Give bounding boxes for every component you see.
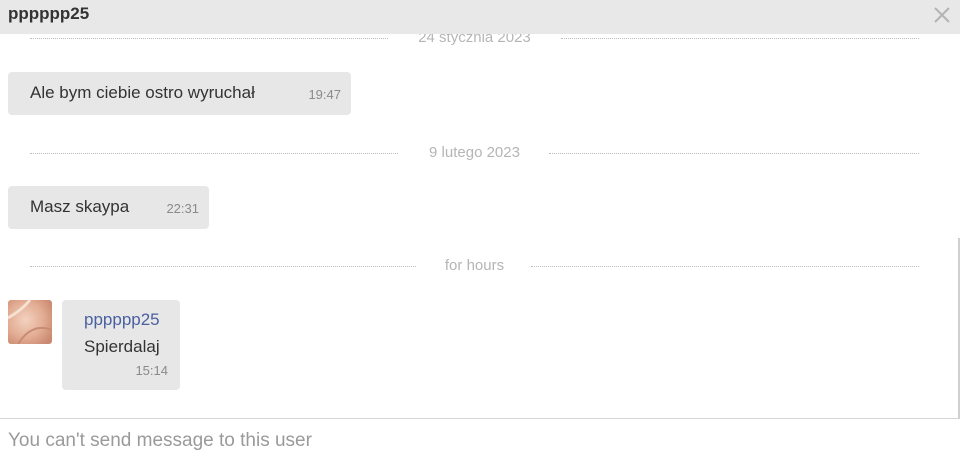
date-separator: 9 lutego 2023 — [30, 143, 919, 163]
close-icon[interactable] — [930, 3, 954, 27]
message-card: pppppp25 Spierdalaj 15:14 — [62, 300, 180, 390]
message-time: 19:47 — [308, 87, 341, 102]
message-bubble: Masz skaypa 22:31 — [8, 186, 209, 229]
message-time: 22:31 — [166, 201, 199, 216]
message-bubble: Ale bym ciebie ostro wyruchał 19:47 — [8, 72, 351, 115]
chat-title: pppppp25 — [8, 4, 90, 23]
date-separator: for hours — [30, 256, 919, 276]
sender-name[interactable]: pppppp25 — [84, 310, 160, 330]
chat-header: pppppp25 — [0, 0, 960, 34]
date-separator: 24 stycznia 2023 — [30, 34, 919, 48]
avatar[interactable] — [8, 300, 52, 344]
message-text: Ale bym ciebie ostro wyruchał — [30, 83, 255, 102]
message-text: Masz skaypa — [30, 197, 130, 216]
message-text: Spierdalaj — [84, 337, 160, 356]
disabled-notice: You can't send message to this user — [8, 430, 312, 451]
date-label: for hours — [444, 257, 505, 274]
date-label: 24 stycznia 2023 — [418, 34, 531, 46]
message-input-area: You can't send message to this user — [0, 418, 960, 459]
date-label: 9 lutego 2023 — [429, 144, 520, 161]
message-time: 15:14 — [135, 363, 168, 378]
